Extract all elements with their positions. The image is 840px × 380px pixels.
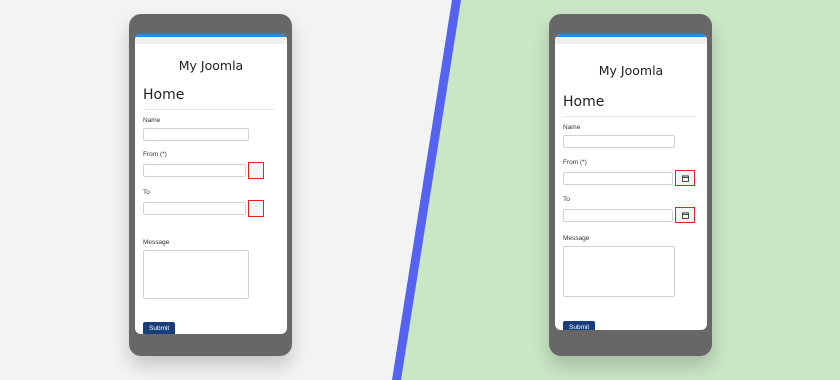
submit-button[interactable]: Submit bbox=[563, 321, 596, 330]
to-date-input[interactable] bbox=[563, 208, 673, 222]
to-label: To bbox=[143, 189, 150, 196]
contact-form: Name From (*) To Message Submit bbox=[135, 117, 287, 334]
phone-screen: My Joomla Home Name From (*) To Message … bbox=[135, 34, 287, 334]
phone-mockup-before: My Joomla Home Name From (*) To Message … bbox=[129, 14, 292, 356]
site-title: My Joomla bbox=[178, 58, 244, 73]
phone-mockup-after: My Joomla Home Name From (*) To Message … bbox=[549, 14, 712, 356]
site-title: My Joomla bbox=[598, 63, 664, 78]
message-textarea[interactable] bbox=[563, 246, 675, 297]
calendar-icon bbox=[681, 174, 689, 182]
calendar-icon bbox=[681, 211, 689, 219]
from-date-picker-button[interactable] bbox=[248, 162, 264, 179]
to-label: To bbox=[563, 196, 570, 203]
browser-top-bar bbox=[555, 34, 707, 44]
to-date-picker-button[interactable] bbox=[248, 200, 264, 217]
contact-form: Name From (*) To Message Submit bbox=[555, 124, 707, 330]
name-input[interactable] bbox=[143, 128, 249, 141]
from-date-picker-button[interactable] bbox=[675, 170, 695, 186]
to-date-input[interactable] bbox=[143, 202, 246, 215]
from-date-input[interactable] bbox=[143, 164, 246, 177]
from-date-input[interactable] bbox=[563, 171, 673, 185]
browser-top-bar bbox=[135, 34, 287, 44]
name-label: Name bbox=[563, 124, 581, 131]
page-heading: Home bbox=[143, 86, 275, 110]
name-label: Name bbox=[143, 117, 161, 124]
page-heading: Home bbox=[563, 93, 695, 117]
message-textarea[interactable] bbox=[143, 250, 249, 299]
to-date-picker-button[interactable] bbox=[675, 207, 695, 223]
submit-button[interactable]: Submit bbox=[143, 322, 176, 334]
message-label: Message bbox=[563, 235, 590, 242]
message-label: Message bbox=[143, 239, 170, 246]
from-label: From (*) bbox=[563, 159, 587, 166]
phone-screen: My Joomla Home Name From (*) To Message … bbox=[555, 34, 707, 330]
from-label: From (*) bbox=[143, 151, 167, 158]
name-input[interactable] bbox=[563, 135, 675, 148]
right-background bbox=[392, 0, 840, 380]
